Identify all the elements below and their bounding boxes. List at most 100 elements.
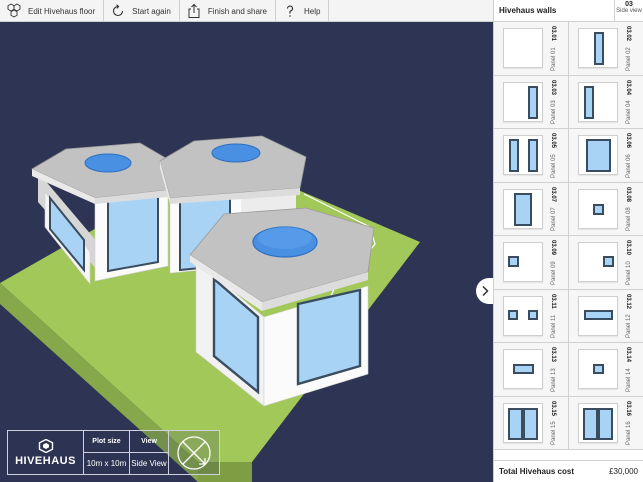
rotate-view-button[interactable]: [169, 431, 219, 474]
panel-thumbnail: [577, 188, 618, 229]
panel-16[interactable]: 03.16 Panel 16: [568, 396, 643, 449]
panel-code: 03.01: [550, 26, 556, 42]
info-panel: HIVEHAUS Plot size 10m x 10m View Side V…: [7, 430, 220, 475]
panel-name: Panel 03: [551, 100, 557, 124]
view-column: View Side View: [130, 431, 169, 474]
panel-02[interactable]: 03.02 Panel 02: [568, 22, 643, 75]
panel-name: Panel 11: [551, 314, 557, 338]
panel-thumbnail: [503, 295, 543, 336]
panel-11[interactable]: 03.11 Panel 11: [494, 289, 569, 342]
panel-name: Panel 01: [551, 46, 557, 71]
compass-icon: [177, 435, 211, 470]
panel-code: 03.11: [550, 293, 556, 309]
panel-05[interactable]: 03.05 Panel 05: [494, 129, 569, 182]
start-again-label: Start again: [132, 6, 171, 16]
sidebar-title: Hivehaus walls: [499, 6, 557, 15]
hivehaus-3d-scene[interactable]: [0, 22, 493, 482]
3d-viewport[interactable]: [0, 22, 493, 482]
hexagons-icon: [7, 3, 21, 18]
panel-04[interactable]: 03.04 Panel 04: [568, 75, 643, 128]
panel-thumbnail: [577, 135, 618, 175]
side-view-toggle[interactable]: 03 Side view: [614, 0, 643, 21]
panel-name: Panel 12: [625, 314, 632, 338]
panel-code: 03.02: [624, 26, 631, 42]
panel-06[interactable]: 03.06 Panel 06: [568, 129, 643, 182]
panel-13[interactable]: 03.13 Panel 13: [494, 343, 569, 396]
panel-name: Panel 14: [625, 367, 632, 392]
panel-thumbnail: [503, 349, 543, 389]
panel-code: 03.12: [624, 293, 631, 309]
panel-code: 03.08: [624, 186, 631, 202]
panel-thumbnail: [577, 81, 618, 122]
panel-thumbnail: [503, 402, 543, 443]
panel-12[interactable]: 03.12 Panel 12: [568, 289, 643, 342]
panel-01[interactable]: 03.01 Panel 01: [494, 22, 569, 75]
side-label: Side view: [616, 8, 642, 14]
panel-name: Panel 09: [551, 260, 557, 285]
panel-09[interactable]: 03.09 Panel 09: [494, 236, 569, 289]
panel-code: 03.07: [550, 186, 556, 202]
panel-08[interactable]: 03.08 Panel 08: [568, 182, 643, 235]
plot-size-value: 10m x 10m: [86, 459, 127, 468]
help-label: Help: [304, 6, 321, 16]
refresh-icon: [113, 4, 124, 17]
question-icon: [286, 5, 294, 17]
panel-name: Panel 10: [625, 260, 632, 285]
help-button[interactable]: Help: [276, 0, 330, 22]
view-value[interactable]: Side View: [130, 453, 168, 474]
edit-floor-button[interactable]: Edit Hivehaus floor: [0, 0, 105, 22]
panel-name: Panel 04: [625, 100, 632, 124]
panel-thumbnail: [503, 135, 543, 175]
brand-name: HIVEHAUS: [15, 454, 76, 467]
panel-name: Panel 13: [551, 367, 557, 392]
panel-name: Panel 16: [625, 421, 632, 445]
panel-thumbnail: [503, 188, 543, 229]
share-icon: [188, 3, 200, 18]
panel-thumbnail: [577, 402, 618, 443]
panel-name: Panel 02: [625, 46, 632, 71]
plot-size-label: Plot size: [84, 431, 129, 453]
panel-name: Panel 05: [551, 153, 557, 178]
panel-thumbnail: [577, 349, 618, 389]
panel-code: 03.15: [550, 400, 556, 416]
plot-size-column: Plot size 10m x 10m: [84, 431, 130, 474]
panel-code: 03.03: [550, 79, 556, 95]
panel-14[interactable]: 03.14 Panel 14: [568, 343, 643, 396]
chevron-right-icon: [481, 285, 489, 297]
panel-code: 03.16: [624, 400, 631, 416]
panel-thumbnail: [577, 242, 618, 282]
skylight-2: [211, 143, 261, 163]
walls-sidebar: Hivehaus walls 03 Side view 03.01 Panel …: [493, 0, 643, 482]
panel-code: 03.13: [550, 347, 556, 363]
view-label: View: [130, 431, 168, 453]
panel-thumbnail: [503, 242, 543, 282]
panel-03[interactable]: 03.03 Panel 03: [494, 75, 569, 128]
top-toolbar: Edit Hivehaus floor Start again Finish a…: [0, 0, 493, 22]
panel-thumbnail: [577, 295, 618, 336]
side-code: 03: [625, 1, 633, 8]
panel-code: 03.04: [624, 79, 631, 95]
total-cost-value: £30,000: [609, 467, 638, 476]
panel-code: 03.05: [550, 133, 556, 149]
panel-15[interactable]: 03.15 Panel 15: [494, 396, 569, 449]
edit-floor-label: Edit Hivehaus floor: [28, 6, 96, 16]
skylight-1: [84, 153, 132, 173]
hexagon-logo-icon: [38, 438, 53, 453]
panel-code: 03.09: [550, 240, 556, 256]
panel-grid: 03.01 Panel 01 03.02 Panel 02 03.03 Pane…: [494, 22, 643, 457]
start-again-button[interactable]: Start again: [104, 0, 180, 22]
sidebar-header: Hivehaus walls 03 Side view: [494, 0, 643, 22]
panel-code: 03.14: [624, 347, 631, 363]
panel-thumbnail: [577, 28, 618, 68]
panel-thumbnail: [503, 81, 543, 122]
panel-code: 03.06: [624, 133, 631, 149]
panel-code: 03.10: [624, 240, 631, 256]
finish-share-button[interactable]: Finish and share: [180, 0, 277, 22]
hivehaus-logo: HIVEHAUS: [8, 431, 84, 474]
total-cost-bar: Total Hivehaus cost £30,000: [494, 460, 643, 482]
panel-07[interactable]: 03.07 Panel 07: [494, 182, 569, 235]
total-cost-label: Total Hivehaus cost: [499, 467, 574, 476]
panel-name: Panel 06: [625, 153, 632, 178]
panel-name: Panel 08: [625, 207, 632, 231]
panel-10[interactable]: 03.10 Panel 10: [568, 236, 643, 289]
